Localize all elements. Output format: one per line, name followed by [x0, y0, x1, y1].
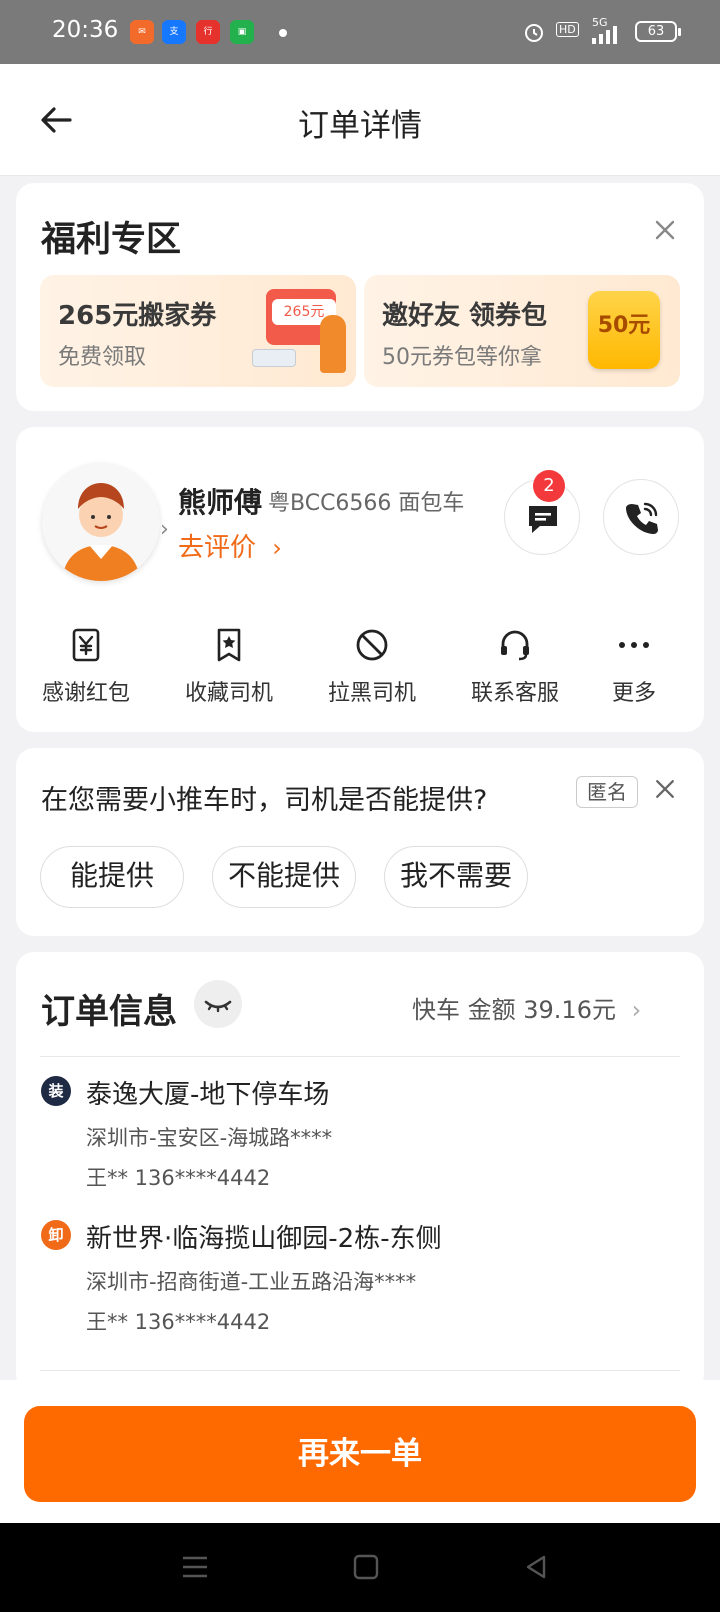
survey-card: 在您需要小推车时，司机是否能提供? 匿名 能提供 不能提供 我不需要 [16, 748, 704, 936]
status-bar: 20:36 ✉ 支 行 ▣ HD 5G 63 [0, 0, 720, 64]
home-icon[interactable] [352, 1553, 380, 1581]
driver-name: 熊师傅 [178, 486, 263, 519]
survey-option-not-needed[interactable]: 我不需要 [384, 846, 528, 908]
red-envelope-icon [72, 628, 100, 662]
more-actions[interactable]: 更多 [584, 627, 684, 707]
close-icon[interactable] [652, 776, 678, 802]
chat-bubble-icon [529, 506, 557, 533]
divider [40, 1370, 680, 1371]
action-label: 收藏司机 [184, 681, 273, 706]
status-time: 20:36 [52, 17, 119, 43]
invite-friend-promo[interactable]: 邀好友 领券包 50元券包等你拿 50元 [364, 275, 680, 387]
rate-driver-label: 去评价 [178, 533, 257, 563]
promo-title: 邀好友 领券包 [382, 301, 548, 331]
signal-icon [592, 26, 617, 44]
benefits-card: 福利专区 265元搬家券 免费领取 265元 邀好友 领券包 50元券包等你拿 … [16, 183, 704, 411]
action-label: 拉黑司机 [327, 681, 416, 706]
rate-driver-link[interactable]: 去评价 › [178, 527, 282, 564]
reorder-button[interactable]: 再来一单 [24, 1406, 696, 1502]
promo-subtitle: 免费领取 [58, 345, 147, 370]
chevron-right-icon: › [272, 534, 282, 562]
avatar-icon [42, 463, 160, 581]
stop-contact: 王** 136****4442 [86, 1310, 271, 1334]
unread-message-badge: 2 [533, 470, 565, 502]
stop-address: 深圳市-招商街道-工业五路沿海**** [86, 1270, 417, 1294]
action-label: 联系客服 [470, 681, 559, 706]
more-dots-icon [619, 642, 649, 648]
coupon-pack-amount: 50元 [597, 313, 651, 338]
stop-contact: 王** 136****4442 [86, 1166, 271, 1190]
alipay-icon: 支 [162, 20, 186, 44]
promo-title: 265元搬家券 [58, 301, 217, 331]
stop-address: 深圳市-宝安区-海城路**** [86, 1126, 333, 1150]
divider [40, 1056, 680, 1057]
alarm-icon [525, 24, 543, 42]
mover-figure-icon [320, 315, 346, 373]
block-driver-action[interactable]: 拉黑司机 [307, 627, 437, 707]
bookmark-star-icon [217, 628, 241, 662]
order-summary: 快车 金额 39.16元 [412, 996, 616, 1024]
call-driver-button[interactable] [603, 479, 679, 555]
driver-plate-vehicle: 粤BCC6566 面包车 [268, 491, 465, 516]
survey-option-no[interactable]: 不能提供 [212, 846, 356, 908]
action-label: 更多 [611, 681, 656, 706]
contact-support-action[interactable]: 联系客服 [450, 627, 580, 707]
phone-icon [626, 502, 658, 534]
stop-name: 泰逸大厦-地下停车场 [86, 1080, 330, 1110]
app-notification-icon: ✉ [130, 20, 154, 44]
moving-coupon-promo[interactable]: 265元搬家券 免费领取 265元 [40, 275, 356, 387]
driver-avatar[interactable] [42, 463, 160, 581]
system-navigation-bar [0, 1523, 720, 1612]
page-title: 订单详情 [298, 108, 422, 144]
anonymous-tag: 匿名 [576, 776, 638, 808]
favorite-driver-action[interactable]: 收藏司机 [164, 627, 294, 707]
load-stop-icon: 装 [41, 1076, 71, 1106]
driver-card: › 熊师傅 粤BCC6566 面包车 去评价 › 感谢红包 收藏司机 拉黑司机 … [16, 427, 704, 732]
chevron-right-icon: › [160, 517, 169, 542]
close-icon[interactable] [650, 215, 680, 245]
block-icon [356, 629, 388, 661]
headset-icon [501, 630, 529, 661]
back-triangle-icon[interactable] [522, 1553, 550, 1581]
order-summary-link[interactable]: 快车 金额 39.16元 › [412, 990, 641, 1025]
action-label: 感谢红包 [41, 681, 130, 706]
benefits-title: 福利专区 [41, 220, 182, 260]
toggle-visibility-button[interactable] [194, 980, 242, 1028]
bank-app-icon: 行 [196, 20, 220, 44]
survey-question: 在您需要小推车时，司机是否能提供? [41, 785, 488, 816]
chevron-right-icon: › [631, 996, 642, 1024]
eye-closed-icon [204, 1000, 232, 1013]
promo-subtitle: 50元券包等你拿 [382, 345, 542, 370]
hd-indicator: HD [556, 22, 579, 37]
more-notifications-dot [279, 29, 287, 37]
menu-icon[interactable] [180, 1553, 210, 1581]
battery-indicator: 63 [635, 21, 681, 42]
shopping-app-icon: ▣ [230, 20, 254, 44]
stop-name: 新世界·临海揽山御园-2栋-东侧 [86, 1224, 442, 1254]
nav-header: 订单详情 [0, 64, 720, 176]
thanks-red-envelope-action[interactable]: 感谢红包 [21, 627, 151, 707]
bottom-action-bar: 再来一单 [0, 1380, 720, 1523]
van-icon [252, 349, 296, 367]
survey-option-yes[interactable]: 能提供 [40, 846, 184, 908]
order-info-card: 订单信息 快车 金额 39.16元 › 装 泰逸大厦-地下停车场 深圳市-宝安区… [16, 952, 704, 1392]
order-info-title: 订单信息 [41, 992, 177, 1032]
unload-stop-icon: 卸 [41, 1220, 71, 1250]
